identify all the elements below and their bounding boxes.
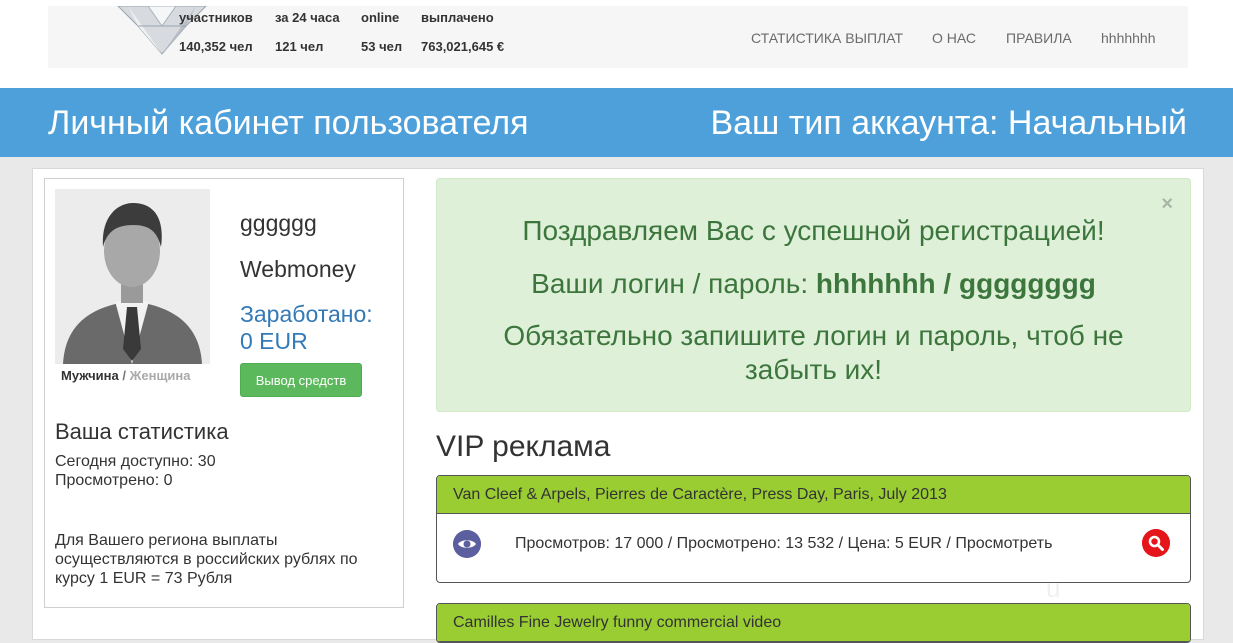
wallet-type: Webmoney <box>240 256 356 282</box>
ad-title[interactable]: Camilles Fine Jewelry funny commercial v… <box>437 604 1190 642</box>
stat-value: 53 чел <box>361 39 403 54</box>
stat-label: online <box>361 10 400 25</box>
vip-ad-card: Camilles Fine Jewelry funny commercial v… <box>436 603 1191 643</box>
eye-icon[interactable] <box>453 530 481 558</box>
stat-value: 763,021,645 € <box>421 39 505 54</box>
region-note: Для Вашего региона выплаты осуществляютс… <box>55 532 358 587</box>
ad-info: Просмотров: 17 000 / Просмотрено: 13 532… <box>515 535 1053 552</box>
vip-title: VIP реклама <box>436 430 611 463</box>
gender-male[interactable]: Мужчина <box>61 368 119 383</box>
header-bar: участников 140,352 чел за 24 часа 121 че… <box>48 6 1188 68</box>
nav-payout-stats[interactable]: СТАТИСТИКА ВЫПЛАТ <box>751 30 903 46</box>
stat-value: 140,352 чел <box>179 39 253 54</box>
ad-body: Просмотров: 17 000 / Просмотрено: 13 532… <box>437 514 1190 580</box>
stat-value: 121 чел <box>275 39 324 54</box>
nav-about[interactable]: О НАС <box>932 30 976 46</box>
stats-title: Ваша статистика <box>55 419 229 444</box>
withdraw-button[interactable]: Вывод средств <box>240 363 362 397</box>
available-today: Сегодня доступно: 30 <box>55 453 216 470</box>
login-value: hhhhhhh <box>815 268 936 299</box>
vip-ad-card: Van Cleef & Arpels, Pierres de Caractère… <box>436 475 1191 583</box>
earned-value: 0 EUR <box>240 328 308 354</box>
watermark: u <box>1046 573 1061 603</box>
credentials-label: Ваши логин / пароль: <box>531 268 816 299</box>
success-alert: × Поздравляем Вас с успешной регистрацие… <box>436 178 1191 412</box>
close-icon[interactable]: × <box>1161 193 1173 216</box>
nav-user[interactable]: hhhhhhh <box>1101 30 1156 46</box>
user-avatar-icon[interactable] <box>55 189 210 364</box>
page-title: Личный кабинет пользователя <box>48 104 529 142</box>
gender-selector: Мужчина / Женщина <box>61 368 190 383</box>
username: gggggg <box>240 210 317 236</box>
viewed-count: Просмотрено: 0 <box>55 472 173 489</box>
alert-congrats: Поздравляем Вас с успешной регистрацией! <box>522 215 1105 246</box>
stat-label: за 24 часа <box>275 10 340 25</box>
stat-label: участников <box>179 10 253 25</box>
alert-warning-1: Обязательно запишите логин и пароль, что… <box>503 320 1124 351</box>
profile-card: Мужчина / Женщина gggggg Webmoney Зарабо… <box>44 178 404 608</box>
alert-credentials: Ваши логин / пароль: hhhhhhh / gggggggg <box>437 268 1190 300</box>
search-icon[interactable] <box>1142 529 1170 557</box>
ad-title[interactable]: Van Cleef & Arpels, Pierres de Caractère… <box>437 476 1190 514</box>
page-banner: Личный кабинет пользователя Ваш тип акка… <box>0 88 1233 157</box>
nav-rules[interactable]: ПРАВИЛА <box>1006 30 1072 46</box>
password-value: gggggggg <box>959 268 1096 299</box>
account-type: Ваш тип аккаунта: Начальный <box>710 104 1187 142</box>
stat-label: выплачено <box>421 10 494 25</box>
gender-separator: / <box>122 368 126 383</box>
earned-label: Заработано: <box>240 301 373 327</box>
credentials-separator: / <box>935 268 959 299</box>
gender-female[interactable]: Женщина <box>130 368 191 383</box>
alert-warning-2: забыть их! <box>744 354 883 385</box>
